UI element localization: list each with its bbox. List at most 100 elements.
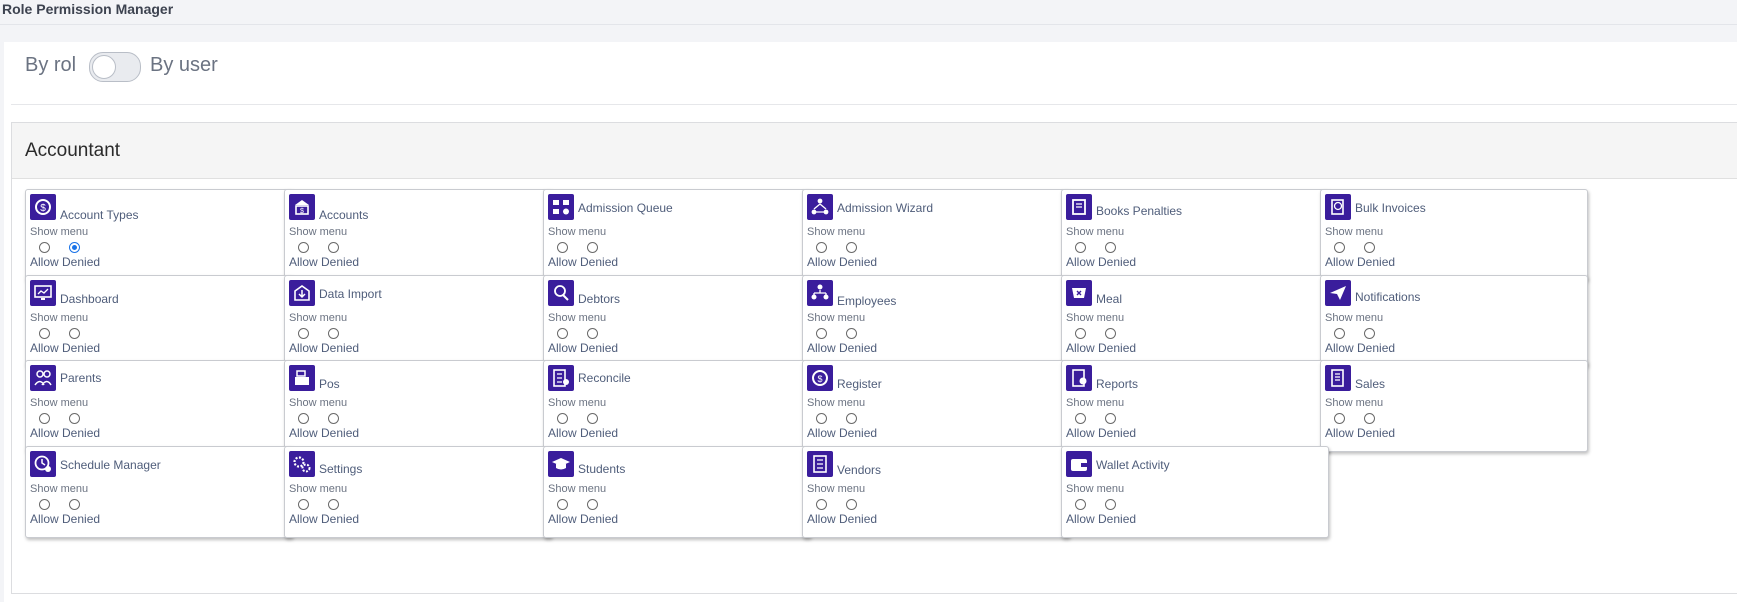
allow-radio[interactable]	[298, 413, 309, 424]
show-menu-label: Show menu	[1325, 397, 1384, 409]
show-menu-label: Show menu	[30, 397, 89, 409]
allow-radio[interactable]	[39, 242, 50, 253]
allow-radio[interactable]	[1075, 242, 1086, 253]
denied-radio[interactable]	[587, 499, 598, 510]
allow-denied-label: Allow Denied	[1325, 341, 1396, 355]
meal-icon	[1066, 280, 1092, 306]
allow-radio[interactable]	[39, 328, 50, 339]
denied-radio[interactable]	[328, 413, 339, 424]
module-name: Settings	[319, 462, 363, 476]
module-name: Meal	[1096, 292, 1123, 306]
allow-denied-label: Allow Denied	[289, 255, 360, 269]
allow-denied-label: Allow Denied	[30, 255, 101, 269]
module-card: Students Show menu Allow Denied	[543, 446, 811, 538]
top-bar: Role Permission Manager	[0, 0, 1737, 25]
module-card: Debtors Show menu Allow Denied	[543, 275, 811, 367]
sales-document-icon	[1325, 365, 1351, 391]
denied-radio[interactable]	[846, 499, 857, 510]
allow-radio[interactable]	[816, 499, 827, 510]
denied-radio[interactable]	[1364, 328, 1375, 339]
allow-radio[interactable]	[816, 242, 827, 253]
denied-radio[interactable]	[69, 499, 80, 510]
debtor-search-icon	[548, 280, 574, 306]
allow-denied-label: Allow Denied	[289, 341, 360, 355]
module-name: Notifications	[1355, 290, 1421, 304]
show-menu-label: Show menu	[548, 312, 607, 324]
allow-radio[interactable]	[1334, 328, 1345, 339]
denied-radio[interactable]	[328, 242, 339, 253]
module-name: Students	[578, 462, 626, 476]
module-card: Reports Show menu Allow Denied	[1061, 360, 1329, 452]
module-card: Employees Show menu Allow Denied	[802, 275, 1070, 367]
view-mode-switch[interactable]	[89, 52, 141, 82]
allow-radio[interactable]	[298, 499, 309, 510]
module-name: Accounts	[319, 208, 369, 222]
show-menu-label: Show menu	[548, 226, 607, 238]
module-name: Admission Wizard	[837, 201, 934, 215]
module-name: Register	[837, 377, 882, 391]
allow-denied-label: Allow Denied	[289, 426, 360, 440]
module-card: Bulk Invoices Show menu Allow Denied	[1320, 189, 1588, 281]
allow-radio[interactable]	[557, 242, 568, 253]
denied-radio[interactable]	[1364, 413, 1375, 424]
allow-denied-label: Allow Denied	[1066, 255, 1137, 269]
allow-radio[interactable]	[1334, 413, 1345, 424]
allow-radio[interactable]	[1075, 328, 1086, 339]
denied-radio[interactable]	[328, 499, 339, 510]
denied-radio[interactable]	[69, 242, 80, 253]
role-panel: Accountant $ Account Types Show menu Allow …	[11, 122, 1737, 594]
allow-denied-label: Allow Denied	[30, 512, 101, 526]
denied-radio[interactable]	[1105, 499, 1116, 510]
module-card: Dashboard Show menu Allow Denied	[25, 275, 293, 367]
denied-radio[interactable]	[1105, 328, 1116, 339]
cash-register-icon	[289, 365, 315, 391]
denied-radio[interactable]	[1364, 242, 1375, 253]
denied-radio[interactable]	[587, 328, 598, 339]
module-card: Books Penalties Show menu Allow Denied	[1061, 189, 1329, 281]
reconcile-calculator-icon	[548, 365, 574, 391]
denied-radio[interactable]	[69, 328, 80, 339]
allow-radio[interactable]	[557, 413, 568, 424]
module-card: Parents Show menu Allow Denied	[25, 360, 293, 452]
allow-radio[interactable]	[39, 499, 50, 510]
denied-radio[interactable]	[587, 413, 598, 424]
invoice-dollar-icon	[1325, 194, 1351, 220]
allow-radio[interactable]	[298, 328, 309, 339]
allow-radio[interactable]	[816, 413, 827, 424]
import-box-icon	[289, 280, 315, 306]
allow-radio[interactable]	[298, 242, 309, 253]
allow-radio[interactable]	[557, 499, 568, 510]
allow-radio[interactable]	[1075, 413, 1086, 424]
allow-radio[interactable]	[1334, 242, 1345, 253]
denied-radio[interactable]	[1105, 413, 1116, 424]
module-card: Settings Show menu Allow Denied	[284, 446, 552, 538]
show-menu-label: Show menu	[1066, 483, 1125, 495]
book-icon	[1066, 194, 1092, 220]
allow-radio[interactable]	[816, 328, 827, 339]
allow-denied-label: Allow Denied	[1066, 512, 1137, 526]
allow-radio[interactable]	[557, 328, 568, 339]
allow-denied-label: Allow Denied	[807, 512, 878, 526]
denied-radio[interactable]	[69, 413, 80, 424]
svg-text:$: $	[300, 208, 304, 215]
allow-denied-label: Allow Denied	[1325, 426, 1396, 440]
allow-denied-label: Allow Denied	[30, 426, 101, 440]
denied-radio[interactable]	[846, 242, 857, 253]
module-card: Notifications Show menu Allow Denied	[1320, 275, 1588, 367]
show-menu-label: Show menu	[807, 397, 866, 409]
show-menu-label: Show menu	[289, 226, 348, 238]
show-menu-label: Show menu	[289, 483, 348, 495]
denied-radio[interactable]	[846, 328, 857, 339]
denied-radio[interactable]	[1105, 242, 1116, 253]
denied-radio[interactable]	[587, 242, 598, 253]
module-card: Sales Show menu Allow Denied	[1320, 360, 1588, 452]
wallet-icon	[1066, 451, 1092, 477]
show-menu-label: Show menu	[1066, 397, 1125, 409]
allow-radio[interactable]	[1075, 499, 1086, 510]
denied-radio[interactable]	[328, 328, 339, 339]
allow-denied-label: Allow Denied	[548, 512, 619, 526]
denied-radio[interactable]	[846, 413, 857, 424]
show-menu-label: Show menu	[30, 312, 89, 324]
show-menu-label: Show menu	[1325, 312, 1384, 324]
allow-radio[interactable]	[39, 413, 50, 424]
